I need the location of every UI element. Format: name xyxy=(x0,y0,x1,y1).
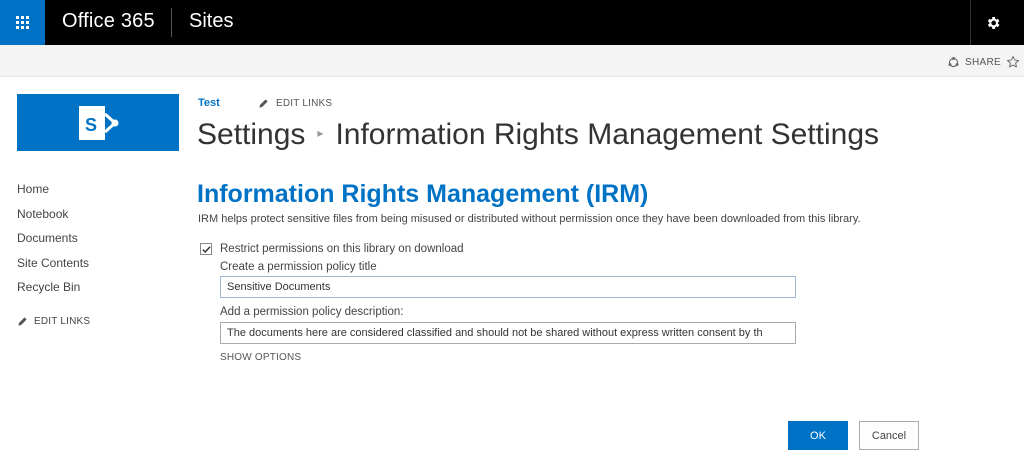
quick-launch-edit-links-label: EDIT LINKS xyxy=(34,316,91,327)
share-label: SHARE xyxy=(965,57,1001,68)
nav-item-documents[interactable]: Documents xyxy=(17,229,89,254)
quick-launch-nav: Home Notebook Documents Site Contents Re… xyxy=(17,180,89,303)
svg-text:S: S xyxy=(85,115,97,135)
breadcrumb-separator-icon: ▸ xyxy=(317,126,324,141)
nav-item-home[interactable]: Home xyxy=(17,180,89,205)
policy-title-input[interactable] xyxy=(220,276,796,298)
restrict-permissions-label: Restrict permissions on this library on … xyxy=(220,243,464,255)
app-launcher-button[interactable] xyxy=(0,0,45,45)
pencil-icon xyxy=(18,317,27,326)
share-button[interactable]: SHARE xyxy=(947,56,1001,69)
ribbon-bar xyxy=(0,45,1024,77)
checkmark-icon xyxy=(201,245,211,253)
top-nav-edit-links-label: EDIT LINKS xyxy=(276,98,333,109)
top-nav-site-link[interactable]: Test xyxy=(198,97,220,109)
irm-description: IRM helps protect sensitive files from b… xyxy=(198,213,861,225)
policy-description-label: Add a permission policy description: xyxy=(220,306,404,318)
site-logo[interactable]: S xyxy=(17,94,179,151)
restrict-permissions-checkbox[interactable] xyxy=(200,243,212,255)
show-options-link[interactable]: SHOW OPTIONS xyxy=(220,352,301,363)
office-365-brand-link[interactable]: Office 365 xyxy=(62,10,155,33)
nav-item-recycle-bin[interactable]: Recycle Bin xyxy=(17,278,89,303)
ok-button[interactable]: OK xyxy=(788,421,848,450)
sites-app-link[interactable]: Sites xyxy=(189,10,233,33)
cancel-button[interactable]: Cancel xyxy=(859,421,919,450)
policy-title-label: Create a permission policy title xyxy=(220,261,377,273)
restrict-permissions-option[interactable]: Restrict permissions on this library on … xyxy=(200,243,464,255)
sharepoint-logo-icon: S xyxy=(79,105,119,140)
policy-description-input[interactable] xyxy=(220,322,796,344)
waffle-icon xyxy=(16,16,29,29)
nav-item-site-contents[interactable]: Site Contents xyxy=(17,254,89,279)
breadcrumb-current: Information Rights Management Settings xyxy=(335,118,880,151)
suite-bar: Office 365 Sites xyxy=(0,0,1024,45)
breadcrumb-settings-link[interactable]: Settings xyxy=(197,118,305,151)
nav-item-notebook[interactable]: Notebook xyxy=(17,205,89,230)
quick-launch-edit-links[interactable]: EDIT LINKS xyxy=(17,316,90,327)
suite-divider xyxy=(171,8,172,37)
share-icon xyxy=(948,56,959,68)
irm-section-title: Information Rights Management (IRM) xyxy=(197,180,649,208)
follow-button[interactable] xyxy=(1006,55,1020,74)
gear-icon xyxy=(987,16,1000,29)
page-title: Settings ▸ Information Rights Management S… xyxy=(197,118,879,152)
top-nav-edit-links[interactable]: EDIT LINKS xyxy=(258,98,332,109)
pencil-icon xyxy=(259,99,268,108)
settings-button[interactable] xyxy=(970,0,1015,45)
star-icon xyxy=(1006,55,1020,68)
